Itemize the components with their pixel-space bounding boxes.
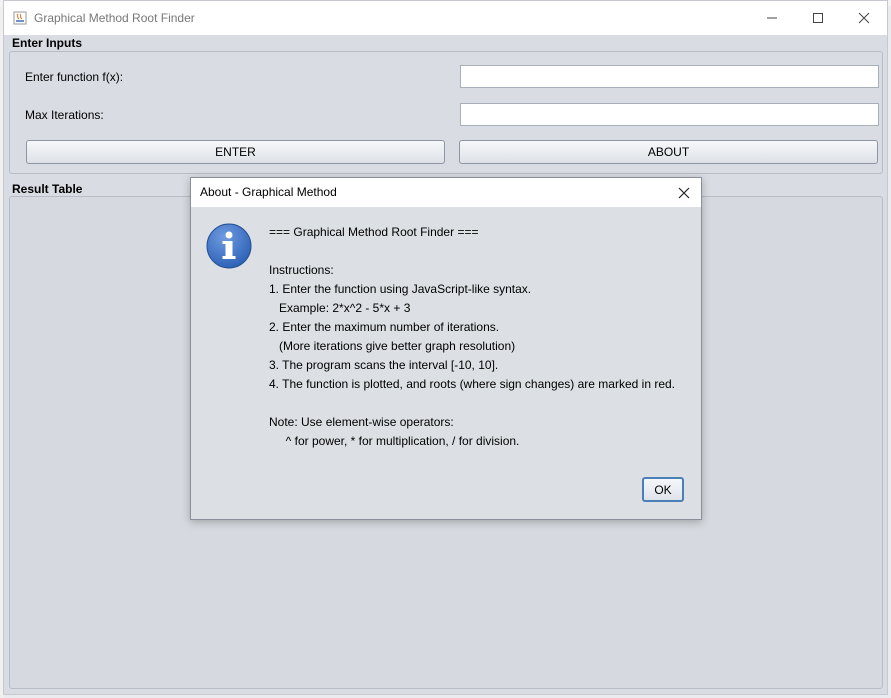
java-app-icon: [13, 11, 27, 25]
inputs-section-label: Enter Inputs: [12, 36, 83, 50]
message-line: Instructions:: [269, 263, 334, 277]
message-line: 2. Enter the maximum number of iteration…: [269, 320, 500, 334]
info-icon: [206, 223, 252, 269]
window-title: Graphical Method Root Finder: [34, 11, 195, 25]
minimize-button[interactable]: [749, 1, 795, 35]
about-dialog: About - Graphical Method === Graphical M…: [190, 177, 702, 520]
maximize-icon: [813, 13, 823, 23]
about-button[interactable]: ABOUT: [459, 140, 878, 164]
close-button[interactable]: [841, 1, 887, 35]
message-line: 3. The program scans the interval [-10, …: [269, 358, 499, 372]
message-line: [269, 242, 697, 261]
close-icon: [858, 12, 870, 24]
window-titlebar: Graphical Method Root Finder: [4, 1, 887, 35]
dialog-titlebar: About - Graphical Method: [191, 178, 701, 207]
function-label: Enter function f(x):: [25, 70, 124, 84]
message-line: ^ for power, * for multiplication, / for…: [269, 434, 520, 448]
message-line: 1. Enter the function using JavaScript-l…: [269, 282, 532, 296]
dialog-message: === Graphical Method Root Finder === Ins…: [269, 223, 697, 451]
ok-button[interactable]: OK: [642, 477, 684, 502]
dialog-close-button[interactable]: [667, 178, 701, 207]
message-line: [269, 394, 697, 413]
message-line: (More iterations give better graph resol…: [269, 339, 516, 353]
close-icon: [678, 187, 690, 198]
iterations-input[interactable]: [460, 103, 879, 126]
minimize-icon: [767, 17, 777, 19]
message-line: Example: 2*x^2 - 5*x + 3: [269, 301, 411, 315]
function-input[interactable]: [460, 65, 879, 88]
message-line: === Graphical Method Root Finder ===: [269, 225, 479, 239]
inputs-panel: Enter function f(x): Max Iterations: ENT…: [9, 51, 883, 174]
message-line: 4. The function is plotted, and roots (w…: [269, 377, 676, 391]
result-section-label: Result Table: [12, 182, 83, 196]
iterations-label: Max Iterations:: [25, 108, 104, 122]
dialog-title: About - Graphical Method: [200, 185, 337, 199]
message-line: Note: Use element-wise operators:: [269, 415, 454, 429]
maximize-button[interactable]: [795, 1, 841, 35]
enter-button[interactable]: ENTER: [26, 140, 445, 164]
